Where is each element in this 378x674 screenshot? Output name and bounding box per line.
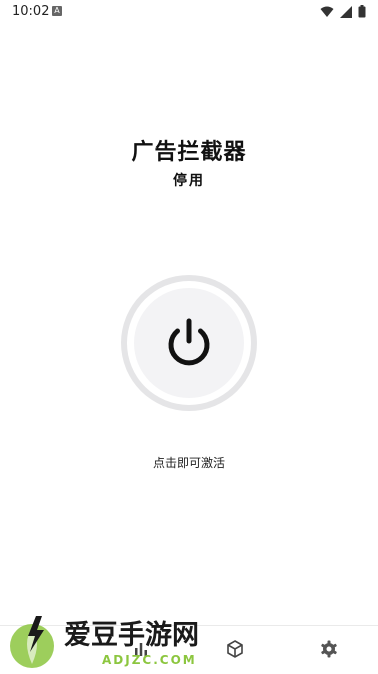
- settings-nav-button[interactable]: [316, 636, 342, 662]
- status-label: 停用: [173, 173, 205, 189]
- power-button-face: [134, 288, 244, 398]
- status-time: 10:02: [12, 4, 50, 19]
- power-button-ring: [127, 281, 251, 405]
- wifi-icon: [320, 6, 334, 17]
- page-title: 广告拦截器: [131, 140, 247, 165]
- activate-hint: 点击即可激活: [152, 456, 225, 470]
- stats-nav-button[interactable]: [128, 636, 154, 662]
- power-button[interactable]: [121, 275, 257, 411]
- battery-icon: [358, 5, 366, 18]
- status-bar: 10:02 A: [0, 0, 378, 24]
- bottom-nav: [0, 625, 378, 674]
- stats-icon: [135, 643, 147, 656]
- box-icon: [227, 640, 243, 658]
- gear-icon: [321, 640, 337, 658]
- notification-icon: A: [52, 6, 62, 16]
- signal-icon: [340, 5, 352, 18]
- box-nav-button[interactable]: [222, 636, 248, 662]
- power-icon: [168, 318, 210, 366]
- status-icons: [320, 5, 366, 18]
